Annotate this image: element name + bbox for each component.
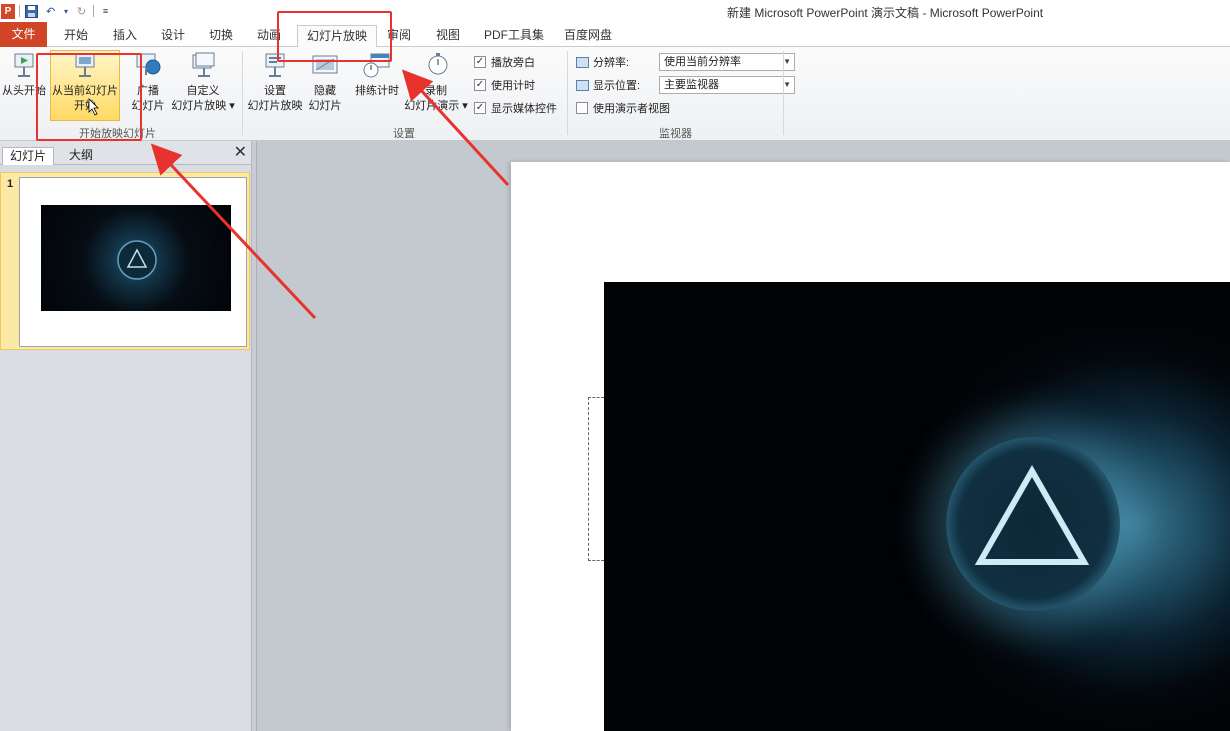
tab-file[interactable]: 文件 bbox=[0, 22, 47, 47]
slide-background-image[interactable] bbox=[604, 282, 1230, 731]
checkbox-unchecked-icon bbox=[576, 102, 588, 114]
powerpoint-logo-icon: P bbox=[1, 3, 15, 19]
record-label-1: 录制 bbox=[425, 85, 447, 97]
use-timings-checkbox[interactable]: ✓ 使用计时 bbox=[474, 76, 535, 94]
rehearse-label: 排练计时 bbox=[355, 85, 399, 97]
text-placeholder-outline[interactable] bbox=[588, 397, 604, 561]
resolution-value: 使用当前分辨率 bbox=[664, 56, 741, 68]
undo-icon[interactable]: ↶ bbox=[43, 4, 58, 19]
group-divider bbox=[783, 51, 784, 135]
monitors-group-label: 监视器 bbox=[659, 128, 692, 140]
play-narrations-label: 播放旁白 bbox=[491, 57, 535, 69]
customize-qat-icon[interactable]: ≡ bbox=[98, 4, 113, 19]
show-media-controls-checkbox[interactable]: ✓ 显示媒体控件 bbox=[474, 99, 557, 117]
group-divider bbox=[567, 51, 568, 135]
show-on-label: 显示位置: bbox=[593, 80, 641, 92]
hide-label-2: 幻灯片 bbox=[308, 100, 342, 112]
presenter-view-checkbox[interactable]: 使用演示者视图 bbox=[576, 99, 670, 117]
checkbox-checked-icon: ✓ bbox=[474, 102, 486, 114]
hide-label-1: 隐藏 bbox=[314, 85, 336, 97]
redo-icon[interactable]: ↻ bbox=[74, 4, 89, 19]
qat-separator bbox=[93, 5, 94, 17]
tab-outline[interactable]: 大纲 bbox=[62, 147, 100, 165]
save-icon[interactable] bbox=[24, 4, 39, 19]
tab-baidu-netdisk[interactable]: 百度网盘 bbox=[564, 25, 612, 47]
play-narrations-checkbox[interactable]: ✓ 播放旁白 bbox=[474, 53, 535, 71]
setup-label-2: 幻灯片放映 bbox=[247, 100, 303, 112]
undo-dropdown-icon[interactable]: ▾ bbox=[62, 4, 70, 19]
tab-slides[interactable]: 幻灯片 bbox=[2, 147, 55, 165]
custom-label-1: 自定义 bbox=[186, 85, 220, 97]
record-label-2: 幻灯片演示 ▾ bbox=[404, 100, 468, 112]
checkbox-checked-icon: ✓ bbox=[474, 79, 486, 91]
use-timings-label: 使用计时 bbox=[491, 80, 535, 92]
slides-panel: 幻灯片 大纲 ✕ 1 bbox=[0, 141, 252, 731]
triangle-icon bbox=[974, 464, 1090, 565]
tab-design[interactable]: 设计 bbox=[161, 25, 185, 47]
resolution-row: 分辨率: 使用当前分辨率 ▼ bbox=[576, 52, 795, 72]
close-icon[interactable]: ✕ bbox=[234, 145, 247, 161]
tab-transitions[interactable]: 切换 bbox=[209, 25, 233, 47]
thumbnail-image bbox=[41, 205, 231, 311]
show-media-controls-label: 显示媒体控件 bbox=[491, 103, 557, 115]
record-slideshow-button[interactable]: 录制 幻灯片演示 ▾ bbox=[403, 51, 469, 114]
window-title: 新建 Microsoft PowerPoint 演示文稿 - Microsoft… bbox=[727, 6, 1044, 20]
resolution-icon bbox=[576, 56, 589, 68]
checkbox-checked-icon: ✓ bbox=[474, 56, 486, 68]
slide-thumbnail-item[interactable]: 1 bbox=[0, 172, 250, 350]
setup-label-1: 设置 bbox=[264, 85, 286, 97]
qat-separator bbox=[19, 5, 20, 17]
quick-access-toolbar: P ↶ ▾ ↻ ≡ bbox=[0, 2, 113, 20]
annotation-box-from-current bbox=[36, 53, 142, 141]
tab-pdf-tools[interactable]: PDF工具集 bbox=[484, 25, 544, 47]
record-stopwatch-icon bbox=[428, 53, 448, 75]
ribbon-tab-row: 文件 开始 插入 设计 切换 动画 幻灯片放映 审阅 视图 PDF工具集 百度网… bbox=[0, 22, 1230, 48]
custom-slideshow-icon bbox=[192, 52, 215, 77]
tab-home[interactable]: 开始 bbox=[64, 25, 88, 47]
monitor-icon bbox=[576, 79, 589, 91]
annotation-box-slideshow-tab bbox=[277, 11, 392, 62]
resolution-label: 分辨率: bbox=[593, 57, 630, 69]
custom-slideshow-button[interactable]: 自定义 幻灯片放映 ▾ bbox=[170, 51, 236, 114]
presenter-view-label: 使用演示者视图 bbox=[593, 103, 670, 115]
panel-tabs: 幻灯片 大纲 ✕ bbox=[0, 141, 251, 165]
resolution-dropdown[interactable]: 使用当前分辨率 ▼ bbox=[659, 53, 795, 71]
slide-number: 1 bbox=[7, 178, 14, 190]
tab-insert[interactable]: 插入 bbox=[113, 25, 137, 47]
chevron-down-icon: ▼ bbox=[783, 80, 791, 89]
show-on-value: 主要监视器 bbox=[664, 79, 719, 91]
tab-view[interactable]: 视图 bbox=[436, 25, 460, 47]
group-divider bbox=[242, 51, 243, 135]
chevron-down-icon: ▼ bbox=[783, 57, 791, 66]
slide-thumbnail[interactable] bbox=[19, 177, 247, 347]
ribbon: 从头开始 从当前幻灯片 开始 广播 幻灯片 自定义 幻灯片放映 ▾ 开始放映幻灯… bbox=[0, 47, 1230, 141]
show-on-dropdown[interactable]: 主要监视器 ▼ bbox=[659, 76, 795, 94]
play-from-start-icon bbox=[14, 53, 34, 77]
title-bar: P ↶ ▾ ↻ ≡ 新建 Microsoft PowerPoint 演示文稿 -… bbox=[0, 0, 1230, 22]
show-on-row: 显示位置: 主要监视器 ▼ bbox=[576, 75, 795, 95]
setup-group-label: 设置 bbox=[393, 128, 415, 140]
custom-label-2: 幻灯片放映 ▾ bbox=[171, 100, 235, 112]
